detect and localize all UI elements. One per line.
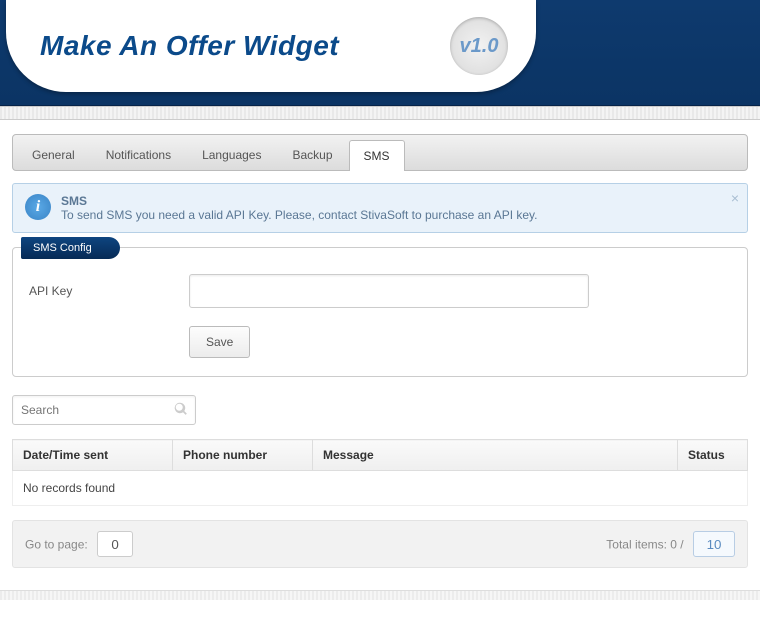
sms-log-table: Date/Time sent Phone number Message Stat…	[12, 439, 748, 506]
api-key-label: API Key	[29, 284, 169, 298]
fieldset-legend: SMS Config	[21, 237, 120, 259]
search-wrap	[12, 395, 196, 425]
app-title: Make An Offer Widget	[40, 30, 339, 62]
tab-languages[interactable]: Languages	[187, 139, 276, 170]
total-items-label: Total items: 0 /	[606, 538, 683, 552]
tab-general[interactable]: General	[17, 139, 90, 170]
info-body: To send SMS you need a valid API Key. Pl…	[61, 208, 719, 222]
col-message[interactable]: Message	[313, 440, 678, 471]
goto-page-input[interactable]	[97, 531, 133, 557]
footer-stripe	[0, 590, 760, 600]
info-banner: i × SMS To send SMS you need a valid API…	[12, 183, 748, 233]
version-badge: v1.0	[450, 17, 508, 75]
col-phone[interactable]: Phone number	[173, 440, 313, 471]
close-icon[interactable]: ×	[731, 190, 739, 206]
info-title: SMS	[61, 194, 719, 208]
save-button[interactable]: Save	[189, 326, 250, 358]
tab-sms[interactable]: SMS	[349, 140, 405, 171]
info-icon: i	[25, 194, 51, 220]
tab-backup[interactable]: Backup	[277, 139, 347, 170]
per-page-input[interactable]	[693, 531, 735, 557]
search-icon[interactable]	[174, 402, 188, 419]
sms-config-fieldset: SMS Config API Key Save	[12, 247, 748, 377]
empty-cell: No records found	[13, 471, 748, 506]
col-status[interactable]: Status	[678, 440, 748, 471]
pager: Go to page: Total items: 0 /	[12, 520, 748, 568]
search-input[interactable]	[12, 395, 196, 425]
divider-stripe	[0, 106, 760, 120]
header-pill: Make An Offer Widget v1.0	[6, 0, 536, 92]
pager-left: Go to page:	[25, 531, 133, 557]
pager-right: Total items: 0 /	[606, 531, 735, 557]
tab-notifications[interactable]: Notifications	[91, 139, 186, 170]
settings-tabs: General Notifications Languages Backup S…	[12, 134, 748, 171]
goto-page-label: Go to page:	[25, 538, 88, 552]
app-header: Make An Offer Widget v1.0	[0, 0, 760, 106]
table-row-empty: No records found	[13, 471, 748, 506]
api-key-input[interactable]	[189, 274, 589, 308]
col-datetime[interactable]: Date/Time sent	[13, 440, 173, 471]
